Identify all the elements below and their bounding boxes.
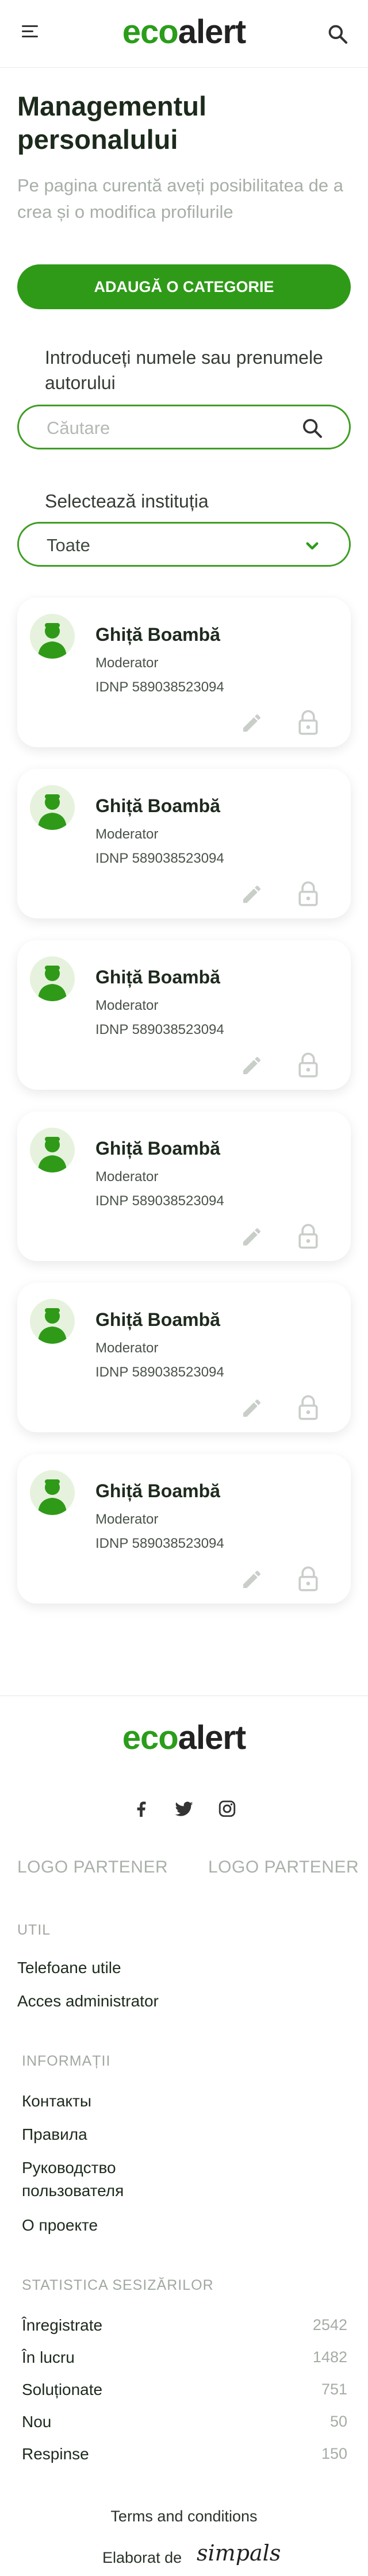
- avatar: [30, 1299, 75, 1344]
- personnel-card[interactable]: Ghiță Boambă Moderator IDNP 589038523094: [17, 940, 351, 1090]
- personnel-card[interactable]: Ghiță Boambă Moderator IDNP 589038523094: [17, 1454, 351, 1604]
- person-idnp: IDNP 589038523094: [95, 1364, 224, 1380]
- person-role: Moderator: [95, 655, 159, 671]
- institution-label: Selectează instituția: [45, 491, 209, 512]
- stat-label: Nou: [22, 2413, 52, 2431]
- lock-icon[interactable]: [297, 1394, 320, 1421]
- person-idnp: IDNP 589038523094: [95, 1193, 224, 1209]
- personnel-card[interactable]: Ghiță Boambă Moderator IDNP 589038523094: [17, 769, 351, 918]
- lock-icon[interactable]: [297, 881, 320, 907]
- avatar: [30, 1128, 75, 1172]
- person-idnp: IDNP 589038523094: [95, 1022, 224, 1037]
- person-role: Moderator: [95, 1512, 159, 1527]
- stat-label: În lucru: [22, 2348, 75, 2366]
- page-subtitle: Pe pagina curentă aveți posibilitatea de…: [17, 175, 344, 222]
- pencil-icon[interactable]: [240, 1397, 263, 1420]
- person-name: Ghiță Boambă: [95, 1138, 220, 1159]
- link-contacts[interactable]: Контакты: [22, 2090, 91, 2113]
- partner-logo[interactable]: LOGO PARTENER: [17, 1858, 168, 1877]
- add-category-button[interactable]: ADAUGĂ O CATEGORIE: [17, 264, 351, 309]
- avatar: [30, 785, 75, 830]
- person-name: Ghiță Boambă: [95, 1309, 220, 1330]
- pencil-icon[interactable]: [240, 712, 263, 735]
- person-idnp: IDNP 589038523094: [95, 679, 224, 695]
- institution-selected-value: Toate: [47, 535, 90, 555]
- person-name: Ghiță Boambă: [95, 1481, 220, 1501]
- avatar: [30, 956, 75, 1001]
- footer-ecoalert-logo[interactable]: ecoalert: [0, 1718, 368, 1757]
- twitter-icon[interactable]: [174, 1799, 194, 1818]
- pencil-icon[interactable]: [240, 1054, 263, 1077]
- personnel-card[interactable]: Ghiță Boambă Moderator IDNP 589038523094: [17, 1283, 351, 1432]
- person-name: Ghiță Boambă: [95, 967, 220, 987]
- search-label: Introduceți numele sau prenumele autorul…: [45, 347, 323, 393]
- search-placeholder: Căutare: [47, 418, 110, 438]
- institution-select[interactable]: Toate: [17, 522, 351, 567]
- stat-value: 150: [321, 2445, 347, 2462]
- terms-link[interactable]: Terms and conditions: [0, 2508, 368, 2525]
- link-user-guide[interactable]: Руководство пользователя: [22, 2156, 160, 2202]
- search-icon[interactable]: [301, 417, 324, 440]
- avatar: [30, 1470, 75, 1515]
- person-name: Ghiță Boambă: [95, 624, 220, 645]
- pencil-icon[interactable]: [240, 1568, 263, 1591]
- personnel-card[interactable]: Ghiță Boambă Moderator IDNP 589038523094: [17, 1112, 351, 1261]
- util-heading: UTIL: [17, 1922, 51, 1938]
- person-role: Moderator: [95, 826, 159, 842]
- person-idnp: IDNP 589038523094: [95, 851, 224, 866]
- person-name: Ghiță Boambă: [95, 795, 220, 816]
- stat-value: 50: [329, 2413, 347, 2430]
- stat-value: 2542: [312, 2316, 347, 2333]
- link-admin-access[interactable]: Acces administrator: [17, 1990, 159, 2013]
- lock-icon[interactable]: [297, 1223, 320, 1249]
- stats-heading: STATISTICA SESIZĂRILOR: [22, 2277, 214, 2293]
- instagram-icon[interactable]: [217, 1799, 237, 1818]
- page-title: Managementul personalului: [17, 91, 207, 155]
- info-heading: INFORMAȚII: [22, 2053, 111, 2069]
- partner-logo[interactable]: LOGO PARTENER: [208, 1858, 359, 1877]
- link-rules[interactable]: Правила: [22, 2123, 87, 2146]
- search-icon[interactable]: [327, 23, 348, 45]
- pencil-icon[interactable]: [240, 883, 263, 906]
- chevron-down-icon: [306, 542, 319, 550]
- person-role: Moderator: [95, 1169, 159, 1185]
- avatar: [30, 614, 75, 659]
- link-about[interactable]: О проекте: [22, 2214, 98, 2237]
- search-input[interactable]: Căutare: [17, 405, 351, 449]
- person-role: Moderator: [95, 1340, 159, 1356]
- lock-icon[interactable]: [297, 1052, 320, 1078]
- person-idnp: IDNP 589038523094: [95, 1536, 224, 1551]
- stat-label: Înregistrate: [22, 2316, 103, 2334]
- lock-icon[interactable]: [297, 709, 320, 736]
- stat-value: 751: [321, 2381, 347, 2398]
- person-role: Moderator: [95, 998, 159, 1013]
- facebook-icon[interactable]: [131, 1799, 151, 1818]
- footer-divider: [0, 1695, 368, 1696]
- top-header: ecoalert: [0, 0, 368, 68]
- stat-label: Soluționate: [22, 2381, 103, 2398]
- link-useful-phones[interactable]: Telefoane utile: [17, 1956, 121, 1979]
- developed-by-label: Elaborat de: [102, 2549, 182, 2566]
- lock-icon[interactable]: [297, 1566, 320, 1592]
- stat-value: 1482: [312, 2348, 347, 2366]
- pencil-icon[interactable]: [240, 1225, 263, 1248]
- stat-label: Respinse: [22, 2445, 89, 2463]
- simpals-logo[interactable]: simpals: [197, 2540, 281, 2566]
- personnel-card[interactable]: Ghiță Boambă Moderator IDNP 589038523094: [17, 598, 351, 747]
- ecoalert-logo[interactable]: ecoalert: [0, 13, 368, 51]
